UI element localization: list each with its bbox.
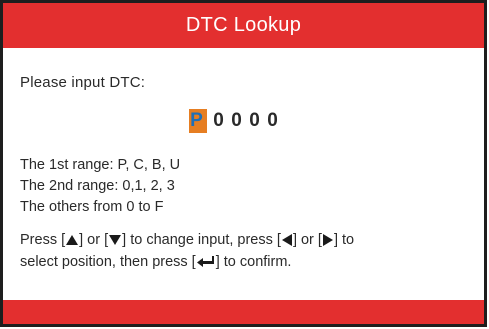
instruction-line-1: Press [ ] or [ ] to change input, press []… (20, 229, 475, 251)
footer-bar (3, 300, 484, 324)
range-line-3: The others from 0 to F (20, 199, 164, 215)
dtc-char-3[interactable]: 0 (231, 109, 245, 133)
up-arrow-icon (66, 235, 79, 246)
dtc-char-1[interactable]: P (189, 109, 207, 133)
left-arrow-icon (281, 234, 292, 247)
title-bar: DTC Lookup (3, 3, 484, 48)
page-title: DTC Lookup (185, 14, 302, 36)
instruction-text: ] to (333, 232, 355, 248)
range-help: The 1st range: P, C, B, U The 2nd range:… (20, 155, 180, 218)
instruction-text: Press [ (20, 232, 66, 248)
right-arrow-icon (322, 234, 333, 247)
dtc-input[interactable]: P 0 0 0 0 (189, 109, 285, 133)
dtc-prompt: Please input DTC: (20, 74, 146, 91)
range-line-2: The 2nd range: 0,1, 2, 3 (20, 178, 175, 194)
enter-icon (196, 256, 214, 268)
down-arrow-icon (109, 235, 122, 246)
instruction-line-2: select position, then press [ ] to confir… (20, 251, 475, 273)
dtc-char-2[interactable]: 0 (213, 109, 227, 133)
screen-frame: DTC Lookup Please input DTC: P 0 0 0 0 T… (0, 0, 487, 327)
range-line-1: The 1st range: P, C, B, U (20, 157, 181, 173)
title-divider (3, 48, 484, 50)
instruction-text: select position, then press [ (20, 254, 196, 270)
instruction-text: ] or [ (292, 232, 322, 248)
instruction-text: ] or [ (79, 232, 109, 248)
dtc-char-4[interactable]: 0 (249, 109, 263, 133)
instruction-text: ] to change input, press [ (122, 232, 281, 248)
instruction-text: ] to confirm. (215, 254, 292, 270)
key-instructions: Press [ ] or [ ] to change input, press []… (20, 229, 475, 273)
dtc-char-5[interactable]: 0 (267, 109, 281, 133)
